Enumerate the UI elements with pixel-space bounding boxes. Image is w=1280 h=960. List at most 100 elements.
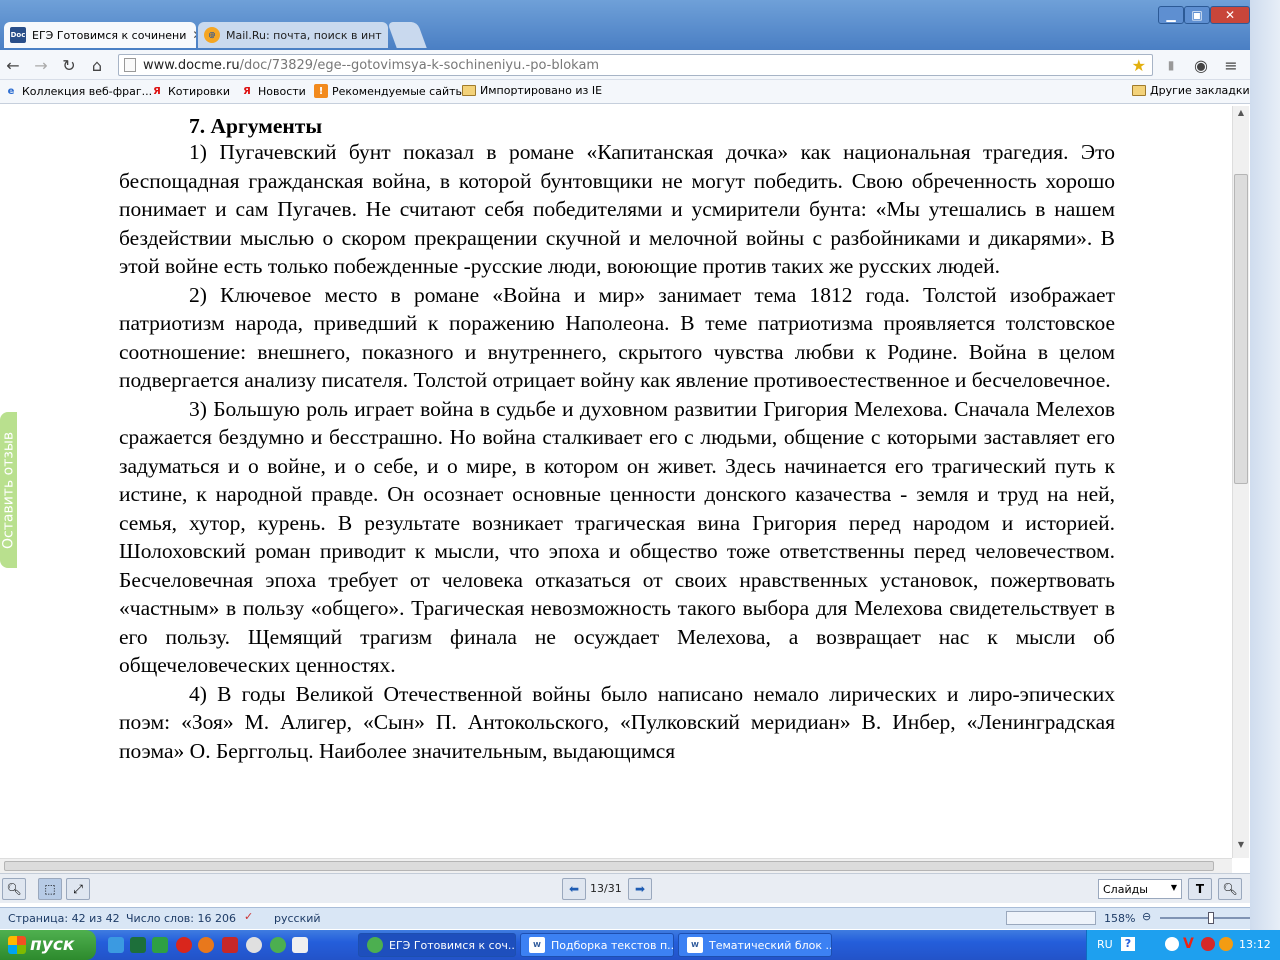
tray-icon[interactable] [1219, 937, 1233, 951]
close-icon[interactable]: ✕ [192, 28, 196, 42]
recommended-icon: ! [314, 84, 328, 98]
system-tray: RU ? V 13:12 [1086, 930, 1280, 960]
tab-label: ЕГЭ Готовимся к сочинени [32, 28, 187, 42]
star-icon[interactable]: ★ [1132, 56, 1146, 75]
firefox-icon[interactable] [198, 937, 214, 953]
tab-mailru[interactable]: @ Mail.Ru: почта, поиск в инт ✕ [198, 22, 388, 48]
bookmark-item[interactable]: ! Рекомендуемые сайты [314, 84, 464, 98]
task-word-2[interactable]: W Тематический блок ... [678, 933, 832, 957]
tray-icon[interactable] [1165, 937, 1179, 951]
bookmark-item[interactable]: Импортировано из IE [462, 84, 602, 97]
new-tab-button[interactable] [387, 22, 427, 48]
back-button[interactable]: ← [2, 54, 24, 76]
yandex-icon: Я [243, 85, 251, 97]
antivirus-icon[interactable]: V [1183, 936, 1194, 952]
tab-label: Mail.Ru: почта, поиск в инт [226, 28, 382, 42]
feedback-label: Оставить отзыв [0, 431, 17, 549]
paragraph: 2) Ключевое место в романе «Война и мир»… [119, 282, 1115, 393]
media-icon[interactable] [246, 937, 262, 953]
mailru-icon: @ [204, 27, 220, 43]
scroll-thumb[interactable] [1234, 174, 1248, 484]
scroll-up-icon[interactable]: ▲ [1234, 108, 1248, 122]
task-chrome[interactable]: ЕГЭ Готовимся к соч... [358, 933, 516, 957]
folder-icon [462, 85, 476, 96]
paragraph: 3) Большую роль играет война в судьбе и … [119, 396, 1115, 678]
vertical-scrollbar[interactable]: ▲ ▼ [1232, 106, 1249, 858]
bookmark-item[interactable]: Я Котировки [150, 84, 230, 98]
paragraph: 4) В годы Великой Отечественной войны бы… [119, 681, 1115, 763]
reload-button[interactable]: ↻ [58, 54, 80, 76]
text-icon[interactable]: T [1188, 878, 1212, 900]
page-status: Страница: 42 из 42 [8, 912, 120, 925]
scroll-down-icon[interactable]: ▼ [1234, 840, 1248, 854]
view-buttons[interactable] [1006, 911, 1096, 925]
bookmark-label: Импортировано из IE [480, 84, 603, 97]
forward-button[interactable]: → [30, 54, 52, 76]
quicklaunch-icon[interactable] [108, 937, 124, 953]
folder-icon [1132, 85, 1146, 96]
taskbar: пуск ЕГЭ Готовимся к соч... W Подборка т… [0, 930, 1280, 960]
bookmark-item[interactable]: e Коллекция веб-фраг... [4, 84, 153, 98]
horizontal-scrollbar[interactable] [0, 858, 1232, 873]
bookmark-label: Новости [258, 84, 306, 98]
browser-toolbar: ← → ↻ ⌂ www.docme.ru/doc/73829/ege--goto… [0, 50, 1250, 80]
minimize-button[interactable]: ▁ [1158, 6, 1184, 24]
task-label: Подборка текстов п... [551, 938, 674, 952]
tab-docme[interactable]: Doc ЕГЭ Готовимся к сочинени ✕ [4, 22, 196, 48]
side-panel [1250, 0, 1280, 930]
url-domain: www.docme.ru [143, 57, 240, 73]
word-icon: W [687, 937, 703, 953]
address-bar[interactable]: www.docme.ru/doc/73829/ege--gotovimsya-k… [118, 54, 1153, 76]
home-button[interactable]: ⌂ [86, 54, 108, 76]
paragraph: 1) Пугачевский бунт показал в романе «Ка… [119, 140, 1115, 278]
fullscreen-icon[interactable]: ⤢ [66, 878, 90, 900]
bookmark-item[interactable]: Я Новости [240, 84, 306, 98]
menu-icon[interactable]: ≡ [1220, 54, 1242, 76]
feedback-tab[interactable]: Оставить отзыв [0, 412, 17, 568]
section-heading: 7. Аргументы [189, 114, 323, 138]
view-mode-select[interactable]: Слайды ▼ [1098, 879, 1182, 899]
windows-logo-icon [8, 936, 26, 954]
language-indicator[interactable]: RU [1097, 938, 1113, 951]
document-viewport: 7. Аргументы 1) Пугачевский бунт показал… [0, 106, 1232, 858]
signal-icon[interactable]: ▮ [1160, 54, 1182, 76]
start-label: пуск [30, 935, 75, 955]
status-bar: Страница: 42 из 42 Число слов: 16 206 ✓ … [0, 907, 1280, 929]
hscroll-thumb[interactable] [4, 861, 1214, 871]
word-count: Число слов: 16 206 [126, 912, 236, 925]
language-status: русский [274, 912, 321, 925]
start-button[interactable]: пуск [0, 930, 96, 960]
yandex-icon: Я [153, 85, 161, 97]
word-icon: W [529, 937, 545, 953]
extension-icon[interactable]: ◉ [1190, 54, 1212, 76]
bookmarks-bar: e Коллекция веб-фраг... Я Котировки Я Но… [0, 80, 1250, 104]
other-bookmarks[interactable]: Другие закладки [1132, 84, 1250, 97]
zoom-slider-thumb[interactable] [1208, 912, 1214, 924]
zoom-out-icon[interactable]: ⊖ [1142, 910, 1151, 923]
zoom-level: 158% [1104, 912, 1136, 925]
document-text: 7. Аргументы 1) Пугачевский бунт показал… [119, 114, 1115, 765]
url-path: /doc/73829/ege--gotovimsya-k-sochineniyu… [239, 57, 600, 73]
chrome-icon [367, 937, 383, 953]
window-close-button[interactable]: ✕ [1210, 6, 1250, 24]
zoom-icon[interactable]: 🔍︎ [1218, 878, 1242, 900]
excel-icon[interactable] [130, 937, 146, 953]
quicklaunch-icon[interactable] [152, 937, 168, 953]
chrome-icon[interactable] [270, 937, 286, 953]
help-icon[interactable]: ? [1121, 937, 1135, 951]
next-page-button[interactable]: ➡ [628, 878, 652, 900]
page-icon [124, 58, 136, 72]
viewer-toolbar: 🔍︎ ⬚ ⤢ ⬅ 13/31 ➡ Слайды ▼ T 🔍︎ [0, 873, 1250, 903]
docme-icon: Doc [10, 27, 26, 43]
quicklaunch-icon[interactable] [222, 937, 238, 953]
select-icon[interactable]: ⬚ [38, 878, 62, 900]
prev-page-button[interactable]: ⬅ [562, 878, 586, 900]
quicklaunch-icon[interactable] [292, 937, 308, 953]
search-icon[interactable]: 🔍︎ [2, 878, 26, 900]
spellcheck-icon[interactable]: ✓ [244, 910, 253, 923]
task-word-1[interactable]: W Подборка текстов п... [520, 933, 674, 957]
opera-icon[interactable] [176, 937, 192, 953]
maximize-button[interactable]: ▣ [1184, 6, 1210, 24]
bookmark-label: Другие закладки [1150, 84, 1250, 97]
tray-icon[interactable] [1201, 937, 1215, 951]
